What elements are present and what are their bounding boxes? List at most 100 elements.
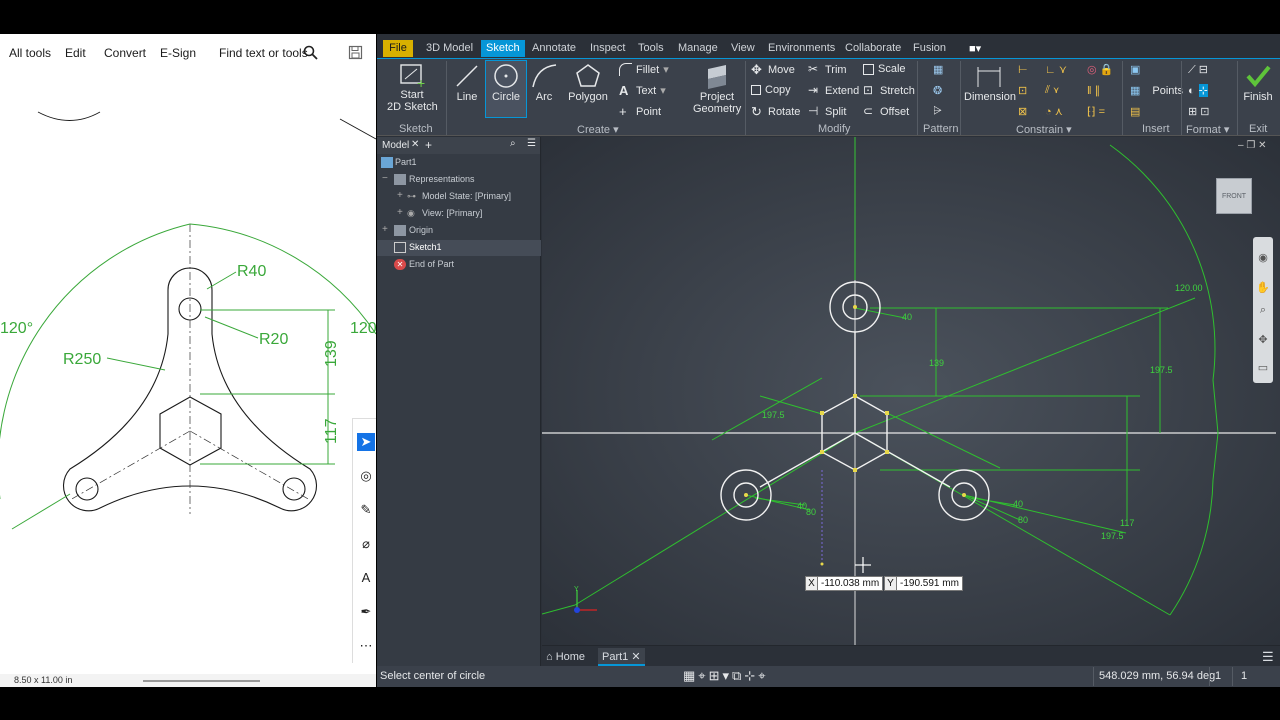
close-icon[interactable]: ✕: [1258, 140, 1266, 151]
x-coordinate-input[interactable]: X -110.038 mm: [805, 576, 884, 591]
steering-wheel-icon[interactable]: ◉: [1256, 251, 1270, 265]
tree-item-model-state[interactable]: + ⊶ Model State: [Primary]: [377, 189, 541, 205]
scale-button[interactable]: Scale: [863, 63, 906, 75]
tree-item-end-of-part[interactable]: ✕ End of Part: [377, 257, 541, 273]
move-button[interactable]: ✥ Move: [751, 63, 795, 76]
dim-80-left[interactable]: 80: [806, 507, 816, 517]
dim-117[interactable]: 117: [1120, 518, 1134, 528]
comment-icon[interactable]: ◎: [357, 467, 375, 485]
split-button[interactable]: ⊣ Split: [808, 105, 846, 118]
fix-icon[interactable]: ◎ 🔒: [1087, 63, 1113, 76]
tab-inspect[interactable]: Inspect: [590, 42, 625, 54]
rotate-button[interactable]: ↻ Rotate: [751, 105, 800, 118]
constraint-icon[interactable]: ⊢: [1018, 63, 1028, 76]
trim-button[interactable]: ✂ Trim: [808, 63, 847, 76]
copy-button[interactable]: Copy: [751, 84, 791, 96]
arc-button[interactable]: Arc: [529, 61, 559, 103]
home-tab[interactable]: ⌂ Home: [546, 648, 585, 666]
polygon-button[interactable]: Polygon: [567, 61, 609, 103]
minimize-icon[interactable]: –: [1238, 140, 1244, 151]
look-at-icon[interactable]: ▭: [1256, 361, 1270, 375]
dim-197-5-bottom[interactable]: 197.5: [1101, 531, 1124, 541]
tab-manage[interactable]: Manage: [678, 42, 718, 54]
viewcube[interactable]: FRONT: [1216, 178, 1252, 214]
vertical-icon[interactable]: ‖ ∥: [1087, 84, 1100, 97]
tab-annotate[interactable]: Annotate: [532, 42, 576, 54]
part1-tab[interactable]: Part1 ✕: [598, 648, 645, 666]
save-icon[interactable]: [348, 45, 363, 60]
pen-icon[interactable]: ✎: [357, 501, 375, 519]
convert-menu[interactable]: Convert: [104, 46, 146, 60]
format-icon[interactable]: ⟋ ⊟: [1188, 63, 1208, 77]
text-box-icon[interactable]: A: [357, 569, 375, 587]
sketch-canvas[interactable]: 40 139 197.5 197.5 120.00 40 80 40 80 11…: [542, 137, 1280, 645]
find-tools-search[interactable]: Find text or tools: [219, 46, 308, 60]
sign-icon[interactable]: ✒: [357, 603, 375, 621]
more-icon[interactable]: ⋯: [357, 637, 375, 655]
dim-197-5-right[interactable]: 197.5: [1150, 365, 1173, 375]
tab-tools[interactable]: Tools: [638, 42, 664, 54]
y-coordinate-input[interactable]: Y -190.591 mm: [884, 576, 963, 591]
construction-icon[interactable]: ◐ ⊹: [1188, 84, 1208, 97]
dimension-button[interactable]: Dimension: [964, 61, 1016, 103]
page-scrollbar[interactable]: [143, 680, 260, 682]
rectangular-pattern-icon[interactable]: ▦: [933, 63, 943, 76]
centerline-icon[interactable]: ⊞ ⊡: [1188, 105, 1210, 118]
stretch-button[interactable]: ⊡ Stretch: [863, 84, 915, 97]
image-icon[interactable]: ▣: [1130, 63, 1140, 76]
tab-sketch[interactable]: Sketch: [481, 40, 525, 57]
point-button[interactable]: + Point: [619, 105, 661, 118]
add-tab-icon[interactable]: +: [425, 138, 432, 152]
fillet-button[interactable]: Fillet ▾: [619, 63, 669, 76]
tangent-icon[interactable]: ◔ ⋏: [1045, 105, 1063, 118]
line-button[interactable]: Line: [451, 61, 483, 103]
dim-139[interactable]: 139: [929, 358, 944, 368]
tree-item-sketch1[interactable]: Sketch1: [377, 240, 541, 256]
file-tab[interactable]: File: [383, 40, 413, 57]
all-tools-menu[interactable]: All tools: [9, 46, 51, 60]
select-cursor-icon[interactable]: ➤: [357, 433, 375, 451]
tab-environments[interactable]: Environments: [768, 42, 835, 54]
points-button[interactable]: ▦ Points: [1130, 84, 1183, 98]
zoom-icon[interactable]: ⌕: [1256, 303, 1270, 317]
mirror-icon[interactable]: ⩥: [933, 105, 942, 118]
camera-icon[interactable]: ■▾: [969, 42, 981, 55]
project-geometry-button[interactable]: Project Geometry: [693, 61, 741, 115]
dim-40-right[interactable]: 40: [1013, 499, 1023, 509]
perpendicular-icon[interactable]: ∟ ⋎: [1045, 63, 1067, 76]
tree-item-part1[interactable]: Part1: [377, 155, 541, 171]
orbit-icon[interactable]: ✥: [1256, 333, 1270, 347]
dim-197-5-left[interactable]: 197.5: [762, 410, 785, 420]
close-icon[interactable]: ✕: [411, 139, 419, 150]
esign-menu[interactable]: E-Sign: [160, 46, 196, 60]
constraint-icon[interactable]: ⊡: [1018, 84, 1027, 97]
tree-item-origin[interactable]: + Origin: [377, 223, 541, 239]
text-button[interactable]: A Text ▾: [619, 84, 666, 97]
edit-menu[interactable]: Edit: [65, 46, 86, 60]
tab-fusion[interactable]: Fusion: [913, 42, 946, 54]
pan-icon[interactable]: ✋: [1256, 281, 1270, 295]
tab-3d-model[interactable]: 3D Model: [426, 42, 473, 54]
restore-icon[interactable]: ❐: [1246, 140, 1255, 151]
dim-80-right[interactable]: 80: [1018, 515, 1028, 525]
tree-item-representations[interactable]: − Representations: [377, 172, 541, 188]
close-icon[interactable]: ✕: [631, 651, 640, 663]
parallel-icon[interactable]: ⫽ ⋎: [1045, 84, 1059, 97]
draw-icon[interactable]: ⌀: [357, 535, 375, 553]
search-icon[interactable]: [303, 45, 318, 60]
start-2d-sketch-button[interactable]: + Start 2D Sketch: [387, 61, 438, 113]
circle-button[interactable]: Circle: [485, 60, 527, 118]
tab-collaborate[interactable]: Collaborate: [845, 42, 901, 54]
acad-icon[interactable]: ▤: [1130, 105, 1140, 118]
search-icon[interactable]: ⌕: [510, 138, 516, 149]
tree-item-view[interactable]: + ◉ View: [Primary]: [377, 206, 541, 222]
dim-40-top[interactable]: 40: [902, 312, 912, 322]
menu-icon[interactable]: ☰: [527, 138, 536, 149]
snap-grid-icons[interactable]: ▦⌖⊞▾⧉⊹⌖: [683, 668, 769, 684]
dim-120-angle[interactable]: 120.00: [1175, 283, 1203, 293]
offset-button[interactable]: ⊂ Offset: [863, 105, 909, 118]
constraint-icon[interactable]: ⊠: [1018, 105, 1027, 118]
tab-view[interactable]: View: [731, 42, 755, 54]
finish-sketch-button[interactable]: Finish: [1241, 61, 1275, 103]
extend-button[interactable]: ⇥ Extend: [808, 84, 859, 97]
